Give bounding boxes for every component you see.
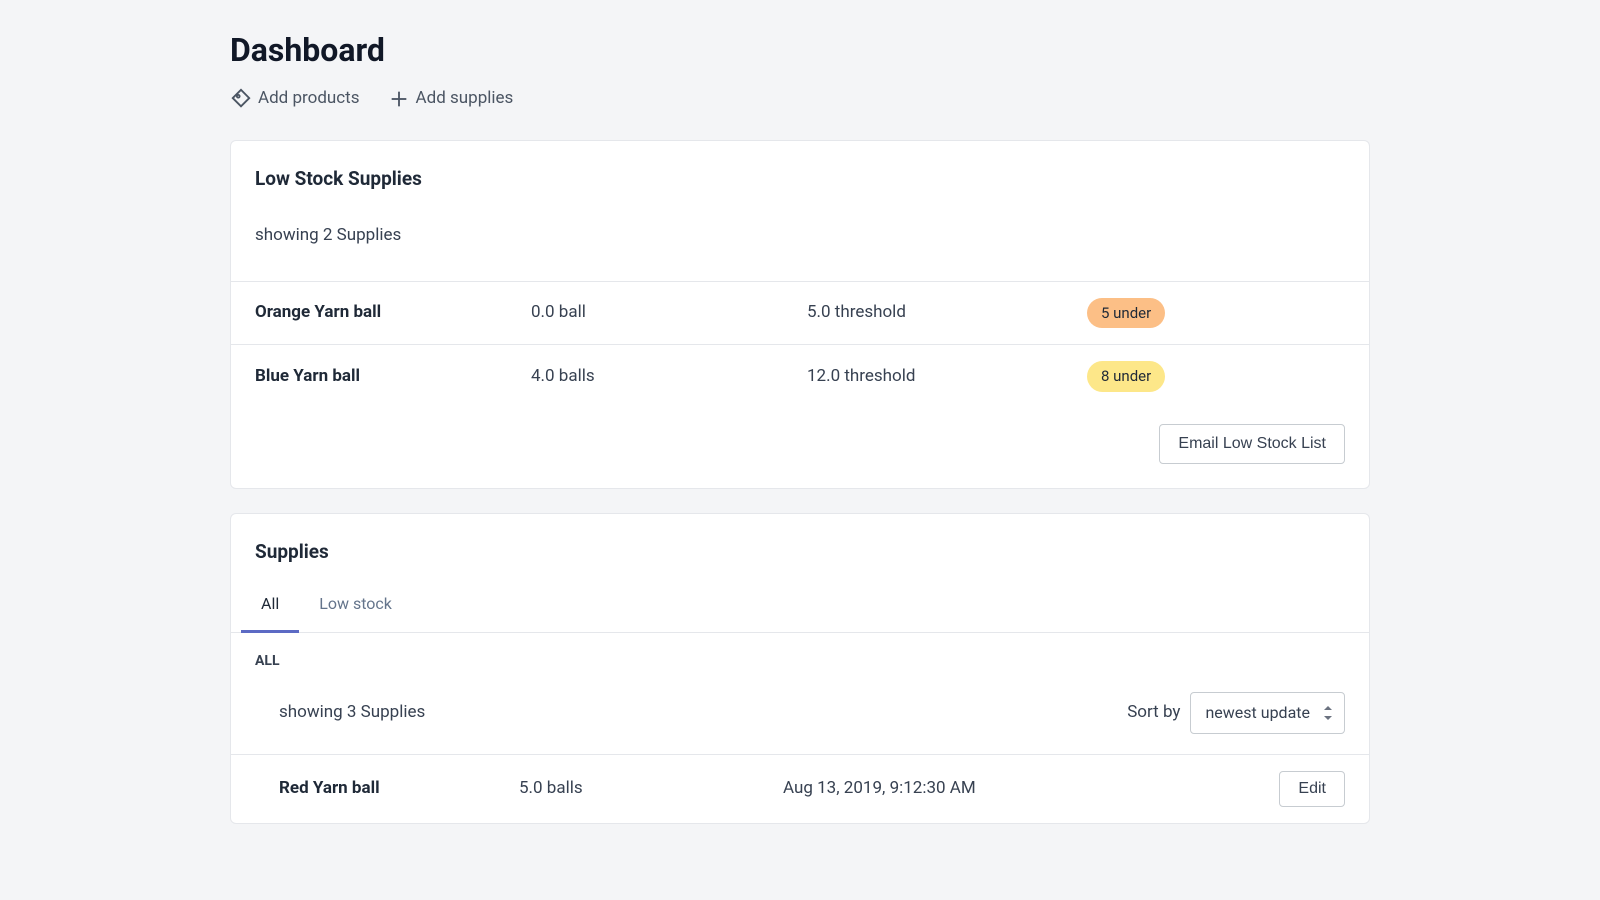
supplies-card: Supplies All Low stock ALL showing 3 Sup… [230,513,1370,825]
sort-select[interactable]: newest update [1190,692,1345,734]
supply-name: Red Yarn ball [255,776,519,802]
low-stock-row: Blue Yarn ball 4.0 balls 12.0 threshold … [231,344,1369,408]
sort-select-value: newest update [1205,703,1310,722]
tag-icon [230,88,252,110]
under-badge: 8 under [1087,361,1165,392]
page-actions: Add products Add supplies [230,86,1370,112]
low-stock-title: Low Stock Supplies [255,165,1345,194]
add-supplies-link[interactable]: Add supplies [388,86,514,112]
supplies-showing: showing 3 Supplies [255,700,425,726]
supply-qty: 5.0 balls [519,776,783,802]
section-label-all: ALL [231,633,1369,672]
low-stock-row: Orange Yarn ball 0.0 ball 5.0 threshold … [231,281,1369,345]
supply-qty: 4.0 balls [531,364,807,390]
supplies-title: Supplies [255,538,1345,567]
supply-date: Aug 13, 2019, 9:12:30 AM [783,776,1255,802]
supply-qty: 0.0 ball [531,300,807,326]
low-stock-card: Low Stock Supplies showing 2 Supplies Or… [230,140,1370,489]
tab-all[interactable]: All [241,578,299,633]
under-badge: 5 under [1087,298,1165,329]
low-stock-showing: showing 2 Supplies [255,223,1345,249]
select-caret-icon [1324,706,1334,720]
edit-button[interactable]: Edit [1279,771,1345,807]
add-products-label: Add products [258,86,360,112]
supply-name: Blue Yarn ball [255,364,531,390]
email-low-stock-button[interactable]: Email Low Stock List [1159,424,1345,464]
sort-by-label: Sort by [1127,700,1180,726]
supply-row: Red Yarn ball 5.0 balls Aug 13, 2019, 9:… [231,754,1369,823]
supply-name: Orange Yarn ball [255,300,531,326]
supplies-tabs: All Low stock [231,578,1369,633]
page-title: Dashboard [230,26,1370,74]
add-products-link[interactable]: Add products [230,86,360,112]
supply-threshold: 12.0 threshold [807,364,1087,390]
plus-icon [388,88,410,110]
tab-low-stock[interactable]: Low stock [299,578,412,632]
add-supplies-label: Add supplies [416,86,514,112]
supply-threshold: 5.0 threshold [807,300,1087,326]
